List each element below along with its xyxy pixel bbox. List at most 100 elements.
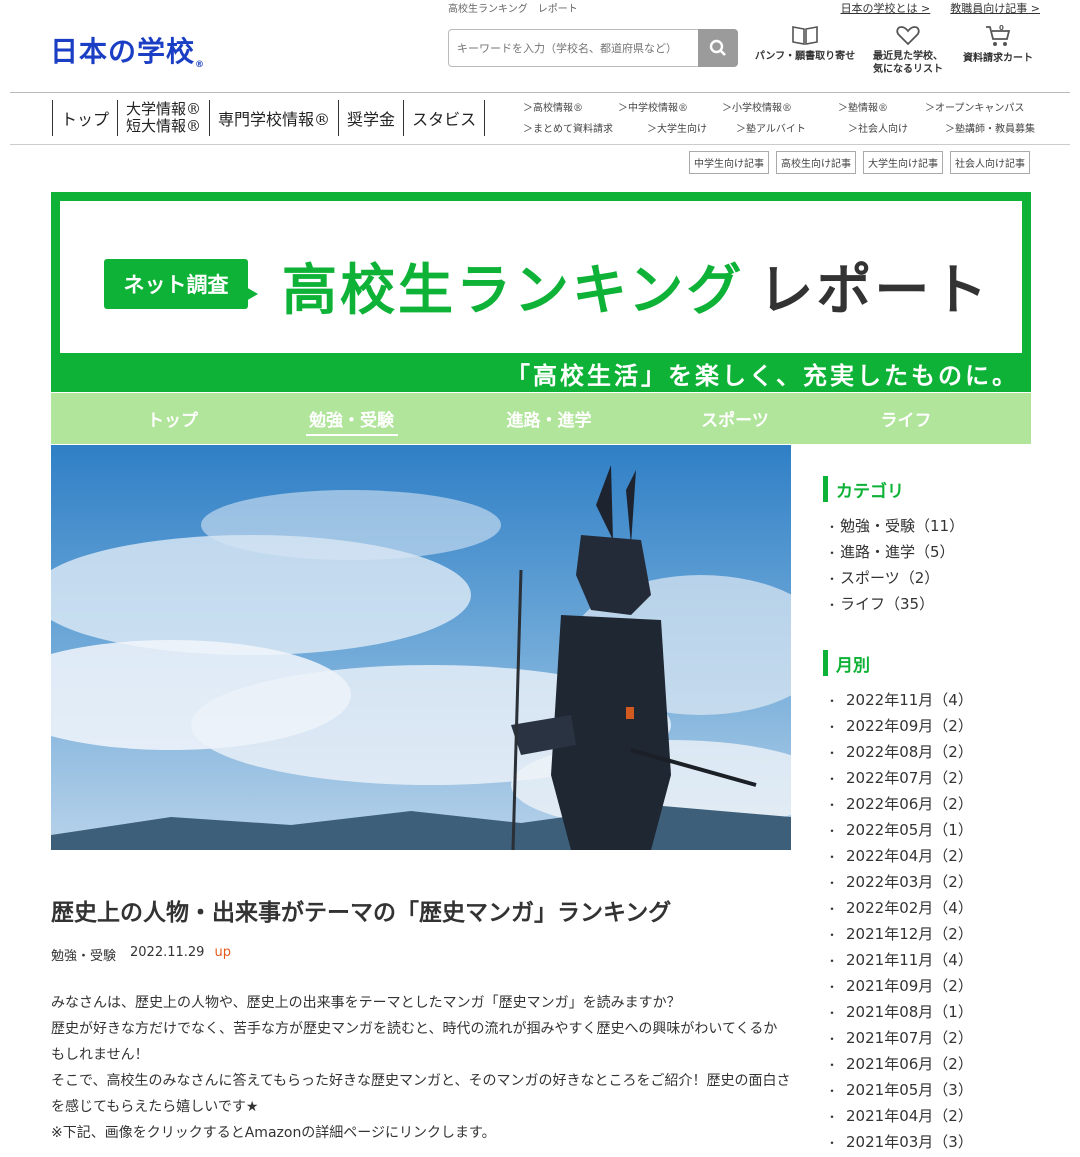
tag-adult[interactable]: 社会人向け記事 xyxy=(950,151,1030,174)
sidebar-month-item[interactable]: 2022年08月（2） xyxy=(826,739,973,765)
brochure-request-link[interactable]: パンフ・願書取り寄せ xyxy=(752,24,858,63)
sidebar-month-item[interactable]: 2021年06月（2） xyxy=(826,1051,973,1077)
sidebar-category-item[interactable]: 勉強・受験（11） xyxy=(826,513,964,539)
gnav-top[interactable]: トップ xyxy=(52,100,117,136)
gnav-top-label: トップ xyxy=(61,110,110,129)
ranking-banner[interactable]: ネット調査 高校生ランキング レポート 「高校生活」を楽しく、充実したものに。 xyxy=(51,192,1031,392)
updated-badge: up xyxy=(214,945,231,960)
sidebar-month-item[interactable]: 2021年12月（2） xyxy=(826,921,973,947)
cat-tab-sports[interactable]: スポーツ xyxy=(689,393,781,444)
article-meta: 勉強・受験 2022.11.29 up xyxy=(51,945,231,964)
tag-high-school[interactable]: 高校生向け記事 xyxy=(776,151,856,174)
sidebar-month-item[interactable]: 2021年03月（3） xyxy=(826,1129,973,1155)
banner-title: 高校生ランキング レポート xyxy=(282,245,990,325)
banner-tagline: 「高校生活」を楽しく、充実したものに。 xyxy=(506,362,1019,390)
cart-icon: 0 xyxy=(986,24,1011,46)
header-divider xyxy=(10,92,1070,93)
article-body: みなさんは、歴史上の人物や、歴史上の出来事をテーマとしたマンガ「歴史マンガ」を読… xyxy=(51,990,791,1146)
search-button[interactable] xyxy=(698,29,738,67)
staff-articles-link[interactable]: 教職員向け記事 > xyxy=(950,0,1040,16)
subnav-cram-job[interactable]: ＞塾アルバイト xyxy=(736,120,806,135)
article-category[interactable]: 勉強・受験 xyxy=(51,945,116,964)
banner-badge: ネット調査 xyxy=(104,259,258,309)
subnav-elementary[interactable]: ＞小学校情報® xyxy=(722,99,792,114)
gnav-stabis-label: スタビス xyxy=(412,110,477,129)
sidebar-month-item[interactable]: 2021年09月（2） xyxy=(826,973,973,999)
sidebar-month-item[interactable]: 2022年02月（4） xyxy=(826,895,973,921)
cat-tab-top[interactable]: トップ xyxy=(51,393,294,444)
sidebar-month-item[interactable]: 2022年07月（2） xyxy=(826,765,973,791)
tag-university[interactable]: 大学生向け記事 xyxy=(863,151,943,174)
logo-text: 日本の学校 xyxy=(50,35,196,68)
sidebar-category-list: 勉強・受験（11） 進路・進学（5） スポーツ（2） ライフ（35） xyxy=(826,513,964,617)
cat-tab-study[interactable]: 勉強・受験 xyxy=(294,393,409,444)
nav-divider xyxy=(10,144,1070,145)
sidebar-month-item[interactable]: 2021年07月（2） xyxy=(826,1025,973,1051)
sidebar-category-heading: カテゴリ xyxy=(823,476,904,502)
sidebar-month-list: 2022年11月（4） 2022年09月（2） 2022年08月（2） 2022… xyxy=(826,687,973,1155)
brochure-label: パンフ・願書取り寄せ xyxy=(754,51,856,62)
sidebar-category-item[interactable]: スポーツ（2） xyxy=(826,565,964,591)
gnav-scholarship[interactable]: 奨学金 xyxy=(338,100,403,136)
gnav-junior-college-label: 短大情報® xyxy=(126,117,202,135)
banner-title-dark: レポート xyxy=(758,258,991,322)
registered-mark: ® xyxy=(195,60,206,70)
site-logo[interactable]: 日本の学校® xyxy=(50,30,205,70)
cat-tab-study-label: 勉強・受験 xyxy=(309,411,394,431)
article-date: 2022.11.29 xyxy=(130,945,205,960)
banner-title-green: 高校生ランキング xyxy=(282,258,745,322)
cat-tab-career-label: 進路・進学 xyxy=(506,411,592,431)
sidebar-month-item[interactable]: 2022年06月（2） xyxy=(826,791,973,817)
cat-tab-career[interactable]: 進路・進学 xyxy=(409,393,689,444)
sidebar-category-item[interactable]: 進路・進学（5） xyxy=(826,539,964,565)
svg-text:0: 0 xyxy=(999,24,1004,32)
subnav-junior-high[interactable]: ＞中学校情報® xyxy=(618,99,688,114)
gnav-stabis[interactable]: スタビス xyxy=(403,100,486,136)
article-paragraph: ※下記、画像をクリックするとAmazonの詳細ページにリンクします。 xyxy=(51,1125,496,1141)
article-paragraph: そこで、高校生のみなさんに答えてもらった好きな歴史マンガと、そのマンガの好きなと… xyxy=(51,1073,791,1115)
global-nav: トップ 大学情報® 短大情報® 専門学校情報® 奨学金 スタビス xyxy=(52,100,486,136)
article-title: 歴史上の人物・出来事がテーマの「歴史マンガ」ランキング xyxy=(51,900,672,926)
search-icon xyxy=(709,39,726,56)
search-input[interactable] xyxy=(448,29,698,67)
sidebar-month-item[interactable]: 2022年05月（1） xyxy=(826,817,973,843)
sidebar-month-item[interactable]: 2021年08月（1） xyxy=(826,999,973,1025)
sidebar-month-item[interactable]: 2022年03月（2） xyxy=(826,869,973,895)
subnav-bulk-request[interactable]: ＞まとめて資料請求 xyxy=(523,120,613,135)
sidebar-month-item[interactable]: 2022年09月（2） xyxy=(826,713,973,739)
book-icon xyxy=(792,26,818,45)
favorites-label-2: 気になるリスト xyxy=(873,64,943,75)
sidebar-category-item[interactable]: ライフ（35） xyxy=(826,591,964,617)
article-paragraph: 歴史が好きな方だけでなく、苦手な方が歴史マンガを読むと、時代の流れが掴みやすく歴… xyxy=(51,1021,778,1063)
favorites-label-1: 最近見た学校、 xyxy=(873,51,943,62)
samurai-photo xyxy=(51,445,791,850)
subnav-univ-students[interactable]: ＞大学生向け xyxy=(647,120,707,135)
cat-tab-life[interactable]: ライフ xyxy=(781,393,1031,444)
gnav-univ-label: 大学情報® xyxy=(126,100,202,118)
article-paragraph: みなさんは、歴史上の人物や、歴史上の出来事をテーマとしたマンガ「歴史マンガ」を読… xyxy=(51,995,681,1011)
heart-icon xyxy=(896,26,920,46)
breadcrumb: 高校生ランキング レポート xyxy=(448,4,578,15)
sidebar-month-item[interactable]: 2021年11月（4） xyxy=(826,947,973,973)
search-box xyxy=(448,29,738,67)
tag-junior-high[interactable]: 中学生向け記事 xyxy=(689,151,769,174)
cart-link[interactable]: 0 資料請求カート xyxy=(958,24,1038,65)
banner-badge-label: ネット調査 xyxy=(123,273,229,297)
subnav-open-campus[interactable]: ＞オープンキャンパス xyxy=(925,99,1024,114)
subnav-teacher-recruit[interactable]: ＞塾講師・教員募集 xyxy=(945,120,1035,135)
subnav-cram-school[interactable]: ＞塾情報® xyxy=(838,99,888,114)
subnav-adults[interactable]: ＞社会人向け xyxy=(848,120,908,135)
sidebar-month-heading: 月別 xyxy=(823,650,870,676)
sidebar-month-item[interactable]: 2022年04月（2） xyxy=(826,843,973,869)
sidebar-month-item[interactable]: 2021年04月（2） xyxy=(826,1103,973,1129)
gnav-vocational[interactable]: 専門学校情報® xyxy=(209,100,338,136)
favorites-link[interactable]: 最近見た学校、 気になるリスト xyxy=(860,24,956,76)
sidebar-month-item[interactable]: 2021年05月（3） xyxy=(826,1077,973,1103)
subnav-high-school[interactable]: ＞高校情報® xyxy=(523,99,583,114)
gnav-scholarship-label: 奨学金 xyxy=(347,110,396,129)
about-link[interactable]: 日本の学校とは > xyxy=(841,0,931,16)
sidebar-month-item[interactable]: 2022年11月（4） xyxy=(826,687,973,713)
banner-inner: ネット調査 高校生ランキング レポート xyxy=(60,201,1022,353)
gnav-vocational-label: 専門学校情報® xyxy=(218,110,331,129)
gnav-university[interactable]: 大学情報® 短大情報® xyxy=(117,100,209,136)
